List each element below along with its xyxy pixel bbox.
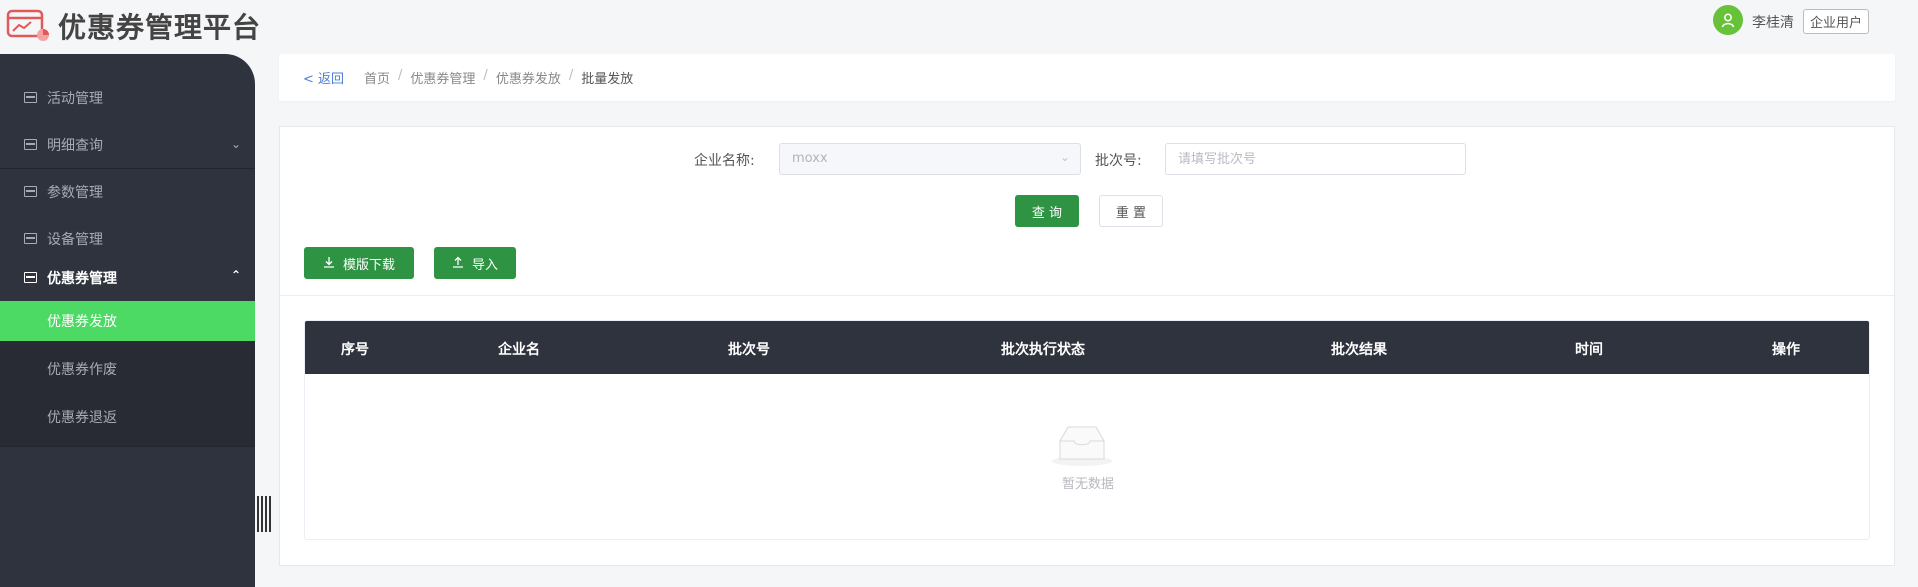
menu-icon	[24, 272, 37, 283]
sidebar-item-details[interactable]: 明细查询 ⌄	[0, 121, 255, 168]
chevron-down-icon: ⌄	[230, 137, 241, 151]
sidebar-item-activity[interactable]: 活动管理	[0, 74, 255, 121]
company-select-value: moxx	[792, 151, 828, 166]
menu-icon	[24, 92, 37, 103]
table-header: 序号 企业名 批次号 批次执行状态 批次结果 时间 操作	[305, 321, 1869, 374]
column-header-time: 时间	[1575, 342, 1603, 358]
template-download-button[interactable]: 模版下载	[304, 247, 414, 279]
sidebar-item-label: 优惠券管理	[47, 270, 117, 287]
main-panel: 企业名称: moxx ⌄ 批次号: 查 询 重 置 模版下载 导入 序号 企业名…	[279, 126, 1895, 566]
query-button[interactable]: 查 询	[1015, 195, 1079, 227]
sidebar-item-label: 活动管理	[47, 90, 103, 107]
reset-button-label: 重 置	[1115, 205, 1147, 221]
column-header-batch: 批次号	[728, 342, 770, 358]
import-button[interactable]: 导入	[434, 247, 516, 279]
top-header: 优惠券管理平台 李桂清 企业用户	[0, 0, 1918, 52]
menu-divider	[0, 446, 255, 447]
column-header-action: 操作	[1772, 342, 1800, 358]
column-header-company: 企业名	[498, 342, 540, 358]
sidebar-subitem-label: 优惠券作废	[47, 362, 117, 378]
query-button-label: 查 询	[1031, 205, 1063, 221]
breadcrumb-separator: /	[483, 68, 488, 83]
breadcrumb-item-coupons[interactable]: 优惠券管理	[410, 68, 475, 87]
sidebar-resize-handle[interactable]	[257, 496, 271, 532]
sidebar-item-label: 参数管理	[47, 184, 103, 201]
breadcrumb-item-issue[interactable]: 优惠券发放	[496, 68, 561, 87]
menu-icon	[24, 139, 37, 150]
company-label: 企业名称:	[694, 153, 755, 169]
sidebar-item-params[interactable]: 参数管理	[0, 168, 255, 215]
upload-icon	[452, 256, 464, 271]
batch-table: 序号 企业名 批次号 批次执行状态 批次结果 时间 操作 暂无数据	[304, 320, 1870, 540]
column-header-status: 批次执行状态	[1001, 342, 1085, 358]
empty-inbox-icon	[1052, 426, 1112, 466]
sidebar-item-label: 设备管理	[47, 231, 103, 248]
reset-button[interactable]: 重 置	[1099, 195, 1163, 227]
app-title: 优惠券管理平台	[58, 11, 262, 44]
breadcrumb-item-home[interactable]: 首页	[364, 68, 390, 87]
user-role-badge: 企业用户	[1803, 9, 1870, 34]
batch-label: 批次号:	[1095, 153, 1142, 169]
sidebar-subitem-label: 优惠券发放	[47, 314, 117, 330]
breadcrumb-item-current: 批量发放	[581, 72, 634, 87]
template-download-label: 模版下载	[342, 257, 395, 273]
sidebar-subitem-label: 优惠券退返	[47, 410, 117, 426]
sidebar-subitem-refund[interactable]: 优惠券退返	[0, 397, 255, 437]
empty-state-text: 暂无数据	[1061, 477, 1114, 492]
column-header-index: 序号	[341, 342, 369, 358]
sidebar-subitem-issue[interactable]: 优惠券发放	[0, 301, 255, 341]
breadcrumb-separator: /	[568, 68, 574, 83]
menu-icon	[24, 233, 37, 244]
breadcrumb-bar: < 返回 首页 / 优惠券管理 / 优惠券发放 / 批量发放	[279, 54, 1895, 101]
sidebar-item-coupons[interactable]: 优惠券管理 ⌃	[0, 254, 255, 301]
chevron-down-icon: ⌄	[1059, 150, 1070, 164]
coupon-logo-icon	[6, 9, 49, 41]
user-avatar-icon[interactable]	[1713, 5, 1743, 35]
menu-icon	[24, 186, 37, 197]
sidebar: 活动管理 明细查询 ⌄ 参数管理 设备管理 优惠券管理 ⌃ 优惠券发放 优惠券作…	[0, 54, 255, 587]
breadcrumb-separator: /	[398, 68, 403, 83]
submenu: 优惠券发放 优惠券作废 优惠券退返	[0, 301, 255, 446]
sidebar-item-label: 明细查询	[47, 137, 103, 154]
sidebar-subitem-void[interactable]: 优惠券作废	[0, 349, 255, 389]
import-button-label: 导入	[471, 257, 498, 273]
chevron-up-icon: ⌃	[230, 268, 241, 282]
download-icon	[323, 256, 335, 271]
breadcrumb: 首页 / 优惠券管理 / 优惠券发放 / 批量发放	[364, 68, 633, 87]
batch-number-input[interactable]	[1165, 143, 1466, 175]
user-name: 李桂清	[1752, 15, 1794, 31]
company-select[interactable]: moxx ⌄	[779, 143, 1081, 175]
back-link[interactable]: < 返回	[303, 68, 344, 87]
section-divider	[280, 295, 1894, 296]
column-header-result: 批次结果	[1331, 342, 1387, 358]
